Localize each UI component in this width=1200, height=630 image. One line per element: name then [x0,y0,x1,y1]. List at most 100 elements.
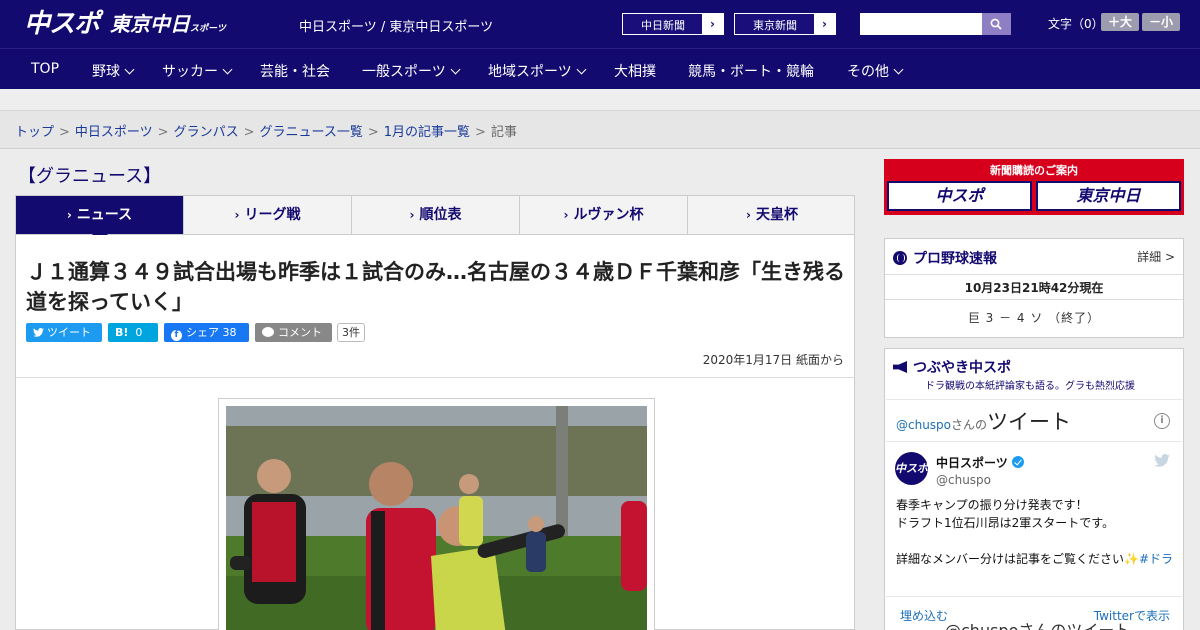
nav-item-general-sports[interactable]: 一般スポーツ [362,61,461,81]
chevron-right-icon: › [66,208,72,222]
timeline-handle[interactable]: @chuspo [896,418,951,432]
breadcrumb-separator: > [475,125,486,140]
search-button[interactable] [982,13,1011,35]
subscription-tokyo-chunichi-button[interactable]: 東京中日 [1036,181,1181,211]
font-bigger-button[interactable]: ＋大 [1101,13,1139,31]
tweet-line: ドラフト1位石川昂は2軍スタートです。 [896,516,1115,530]
baseball-score[interactable]: 巨 3 － 4 ソ （終了） [885,309,1183,326]
tokyo-chunichi-logo-small: スポーツ [190,24,226,34]
nav-item-local-sports[interactable]: 地域スポーツ [488,61,587,81]
verified-badge-icon [1011,456,1024,468]
breadcrumb: トップ > 中日スポーツ > グランパス > グラニュース一覧 >1月の記事一覧 > 記事 [15,121,517,140]
tweet-widget-title-text: つぶやき中スポ [913,360,1011,376]
section-title: 【グラニュース】 [18,166,162,187]
nav-item-label: その他 [847,64,889,80]
facebook-share-button[interactable]: f シェア 38 [164,323,249,342]
subscription-banner[interactable]: 新聞購読のご案内 中スポ 東京中日 [884,159,1184,215]
nav-item-label: 地域スポーツ [488,64,572,80]
nav-item-sumo[interactable]: 大相撲 [614,61,656,81]
chevron-right-icon: › [814,14,835,34]
tab-emperors-cup[interactable]: › 天皇杯 [688,196,856,234]
chevron-down-icon [450,64,461,75]
breadcrumb-bar: トップ > 中日スポーツ > グランパス > グラニュース一覧 >1月の記事一覧 > 記事 [0,111,1200,149]
tab-league[interactable]: › リーグ戦 [184,196,352,234]
tweet-widget-subtitle: ドラ観戦の本紙評論家も語る。グラも熱烈応援 [925,381,1135,392]
tweet-account-name-text: 中日スポーツ [936,456,1008,470]
main-nav: TOP 野球 サッカー 芸能・社会 一般スポーツ 地域スポーツ 大相撲 競馬・ボ… [0,48,1200,89]
comment-button[interactable]: コメント [255,323,332,342]
tokyo-chunichi-logo[interactable]: 東京中日スポーツ [110,9,226,39]
tweet-account-handle[interactable]: @chuspo [936,473,991,487]
site-links[interactable]: 中日スポーツ / 東京中日スポーツ [299,16,493,35]
baseball-detail-link[interactable]: 詳細 > [1137,248,1175,265]
chunichi-shimbun-button[interactable]: 中日新聞 › [622,13,724,35]
nav-item-label: 一般スポーツ [362,64,446,80]
timeline-footer-text[interactable]: @chuspoさんのツイート [945,617,1130,630]
tweet-account-name[interactable]: 中日スポーツ [936,454,1024,471]
tokyo-shimbun-button[interactable]: 東京新聞 › [734,13,836,35]
hatena-icon: B! [115,326,129,339]
info-icon[interactable]: i [1154,413,1170,429]
speech-bubble-icon [262,327,274,337]
nav-item-racing[interactable]: 競馬・ボート・競輪 [688,61,814,81]
chevron-right-icon: › [702,14,723,34]
nav-item-soccer[interactable]: サッカー [162,61,233,81]
twitter-bird-icon [33,328,44,337]
hatena-bookmark-button[interactable]: B! 0 [108,323,158,342]
font-size-label: 文字（0） [1048,17,1104,31]
tweet-label: ツイート [47,326,91,339]
breadcrumb-link[interactable]: グラニュース一覧 [260,125,363,140]
nav-item-other[interactable]: その他 [847,61,904,81]
tab-standings[interactable]: › 順位表 [352,196,520,234]
tab-label: 天皇杯 [755,207,798,223]
megaphone-icon [893,361,907,373]
comment-count[interactable]: 3件 [337,323,365,342]
tab-label: リーグ戦 [244,207,301,223]
tab-label: ニュース [76,207,133,223]
tweet-body: 春季キャンプの振り分け発表です！ ドラフト1位石川昂は2軍スタートです。 詳細な… [896,496,1176,568]
facebook-share-label: シェア [186,326,219,339]
chevron-right-icon: › [409,208,415,222]
breadcrumb-link[interactable]: 1月の記事一覧 [384,125,470,140]
avatar[interactable]: 中スポ [895,452,928,485]
chevron-down-icon [222,64,233,75]
divider [885,274,1183,275]
nav-item-entertainment[interactable]: 芸能・社会 [260,61,330,81]
tweet-line [896,532,1176,550]
nav-item-baseball[interactable]: 野球 [92,61,135,81]
breadcrumb-link[interactable]: 中日スポーツ [75,125,153,140]
baseball-widget-title: プロ野球速報 [893,248,997,268]
chevron-right-icon: › [563,208,569,222]
nav-item-top[interactable]: TOP [31,61,59,77]
embed-link[interactable]: 埋め込む [900,607,948,624]
article-headline: Ｊ１通算３４９試合出場も昨季は１試合のみ…名古屋の３４歳ＤＦ千葉和彦「生き残る道… [26,260,845,314]
breadcrumb-current: 記事 [490,125,517,140]
timeline-suffix: さんの [951,418,988,432]
facebook-icon: f [171,330,182,341]
baseball-update-time: 10月23日21時42分現在 [964,281,1104,295]
tweet-line: 春季キャンプの振り分け発表です！ [896,498,1088,512]
article-photo[interactable] [226,406,647,630]
pro-baseball-widget: プロ野球速報 詳細 > 10月23日21時42分現在 巨 3 － 4 ソ （終了… [884,238,1184,338]
font-smaller-button[interactable]: －小 [1142,13,1180,31]
tab-news[interactable]: › ニュース [16,196,184,242]
twitter-bird-icon[interactable] [1154,454,1170,467]
nav-item-label: 大相撲 [614,64,656,80]
breadcrumb-link[interactable]: トップ [15,125,54,140]
tweet-button[interactable]: ツイート [26,323,102,342]
search-input[interactable] [860,13,982,35]
tweet-widget: つぶやき中スポ ドラ観戦の本紙評論家も語る。グラも熱烈応援 @chuspoさんの… [884,348,1184,630]
chunichi-shimbun-label: 中日新聞 [641,19,685,32]
divider [16,377,854,378]
tweet-hashtag[interactable]: #ドラ [1139,552,1173,566]
breadcrumb-link[interactable]: グランパス [174,125,239,140]
baseball-icon [893,251,907,265]
breadcrumb-separator: > [59,125,70,140]
chevron-right-icon: › [234,208,240,222]
breadcrumb-separator: > [243,125,255,140]
chuspo-logo[interactable]: 中スポ [24,9,100,39]
tab-label: 順位表 [419,207,462,223]
soccer-training-photo [226,406,647,630]
subscription-chuspo-button[interactable]: 中スポ [887,181,1032,211]
tab-levain-cup[interactable]: › ルヴァン杯 [520,196,688,234]
